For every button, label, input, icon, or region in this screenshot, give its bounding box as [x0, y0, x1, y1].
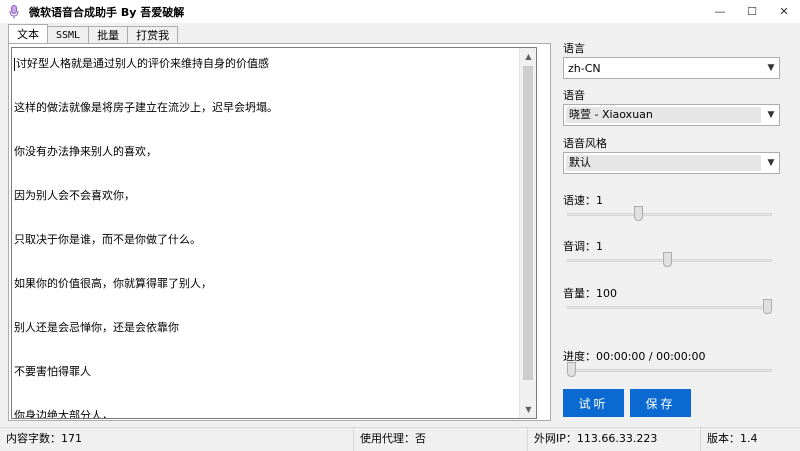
language-select[interactable]: zh-CN ▼ — [563, 57, 780, 79]
slider-thumb[interactable] — [634, 206, 643, 221]
status-bar: 内容字数：171 使用代理：否 外网IP：113.66.33.223 版本：1.… — [0, 427, 800, 451]
editor-line: 因为别人会不会喜欢你， — [14, 189, 135, 202]
slider-track — [567, 213, 772, 216]
close-icon: ✕ — [779, 5, 789, 18]
tab-batch[interactable]: 批量 — [88, 26, 129, 43]
editor-line: 只取决于你是谁，而不是你做了什么。 — [14, 233, 201, 246]
tab-ssml[interactable]: SSML — [47, 26, 90, 43]
vertical-scrollbar[interactable]: ▲ ▼ — [519, 48, 536, 418]
slider-thumb[interactable] — [567, 362, 576, 377]
title-bar: 微软语音合成助手 By 吾爱破解 — ☐ ✕ — [0, 0, 800, 23]
maximize-button[interactable]: ☐ — [736, 0, 768, 23]
scrollbar-thumb[interactable] — [523, 66, 533, 380]
chevron-down-icon: ▼ — [767, 63, 775, 73]
volume-slider[interactable] — [567, 299, 772, 315]
editor-line: 这样的做法就像是将房子建立在流沙上，迟早会坍塌。 — [14, 101, 278, 114]
maximize-icon: ☐ — [747, 5, 757, 18]
style-value: 默认 — [566, 155, 761, 171]
editor-line: 别人还是会忌惮你，还是会依靠你 — [14, 321, 179, 334]
text-caret — [14, 57, 15, 71]
chevron-down-icon: ▼ — [767, 158, 775, 168]
progress-slider[interactable] — [567, 362, 772, 378]
chevron-down-icon: ▼ — [767, 110, 775, 120]
style-label: 语音风格 — [563, 137, 607, 150]
minimize-icon: — — [714, 5, 726, 18]
tab-panel: 讨好型人格就是通过别人的评价来维持自身的价值感 这样的做法就像是将房子建立在流沙… — [8, 43, 551, 421]
microphone-icon — [7, 4, 21, 19]
save-button[interactable]: 保存 — [630, 389, 691, 417]
scroll-down-arrow-icon[interactable]: ▼ — [520, 401, 536, 418]
editor-line: 讨好型人格就是通过别人的评价来维持自身的价值感 — [14, 53, 516, 75]
tab-bar: 文本 SSML 批量 打赏我 — [8, 24, 179, 43]
editor-line: 如果你的价值很高，你就算得罪了别人， — [14, 277, 212, 290]
editor-line: 不要害怕得罪人 — [14, 365, 91, 378]
rate-slider[interactable] — [567, 206, 772, 222]
editor-line: 你没有办法挣来别人的喜欢， — [14, 145, 157, 158]
voice-label: 语音 — [563, 89, 585, 102]
editor-line: 你身边绝大部分人， — [14, 409, 113, 419]
scroll-up-arrow-icon[interactable]: ▲ — [520, 48, 536, 65]
close-button[interactable]: ✕ — [768, 0, 800, 23]
minimize-button[interactable]: — — [704, 0, 736, 23]
language-label: 语言 — [563, 42, 585, 55]
style-select[interactable]: 默认 ▼ — [563, 152, 780, 174]
tab-text[interactable]: 文本 — [8, 24, 48, 43]
ip-status: 外网IP：113.66.33.223 — [528, 428, 701, 451]
tab-donate[interactable]: 打赏我 — [127, 26, 179, 43]
version-status: 版本：1.4 — [707, 432, 758, 445]
window-title: 微软语音合成助手 By 吾爱破解 — [29, 5, 185, 19]
slider-thumb[interactable] — [763, 299, 772, 314]
voice-select[interactable]: 晓萱 - Xiaoxuan ▼ — [563, 104, 780, 126]
text-editor[interactable]: 讨好型人格就是通过别人的评价来维持自身的价值感 这样的做法就像是将房子建立在流沙… — [11, 47, 537, 419]
pitch-slider[interactable] — [567, 252, 772, 268]
voice-value: 晓萱 - Xiaoxuan — [566, 107, 761, 123]
listen-button[interactable]: 试听 — [563, 389, 624, 417]
slider-thumb[interactable] — [663, 252, 672, 267]
proxy-status: 使用代理：否 — [354, 428, 528, 451]
slider-track — [567, 306, 772, 309]
slider-track — [567, 369, 772, 372]
language-value: zh-CN — [568, 61, 601, 75]
editor-lines: 讨好型人格就是通过别人的评价来维持自身的价值感 这样的做法就像是将房子建立在流沙… — [14, 53, 516, 419]
editor-line-text: 讨好型人格就是通过别人的评价来维持自身的价值感 — [16, 57, 269, 70]
char-count-status: 内容字数：171 — [0, 428, 354, 451]
